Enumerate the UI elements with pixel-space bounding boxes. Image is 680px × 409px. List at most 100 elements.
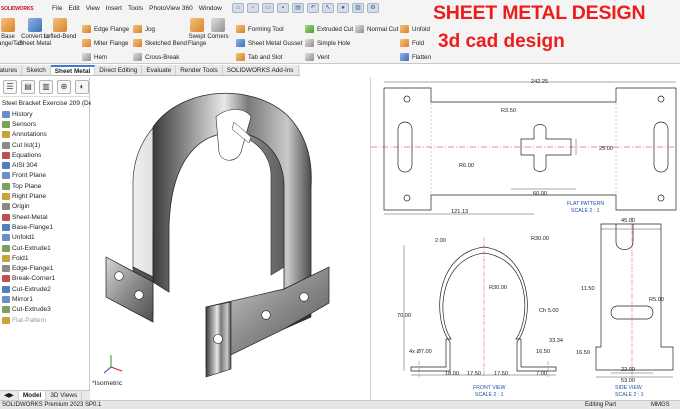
dim-side-h2: 16.50: [576, 350, 590, 356]
dimxpert-crosshair-icon[interactable]: ⊕: [57, 79, 71, 94]
normal-cut-button[interactable]: Normal Cut: [355, 24, 398, 34]
cross-break-button[interactable]: Cross-Break: [133, 52, 179, 62]
gusset-icon: [236, 39, 245, 47]
display-manager-icon[interactable]: ◐: [75, 79, 89, 94]
menu-view[interactable]: View: [86, 5, 100, 12]
dim-r-outer: R30.00: [531, 236, 549, 242]
miter-flange-button[interactable]: Miter Flange: [82, 38, 128, 48]
tree-item[interactable]: Origin: [0, 202, 89, 212]
save-icon[interactable]: ▪: [277, 3, 289, 13]
hem-button[interactable]: Hem: [82, 52, 107, 62]
tab-3d-views[interactable]: 3D Views: [46, 391, 83, 400]
tab-features[interactable]: Features: [0, 65, 23, 75]
feature-icon: [2, 234, 10, 242]
tree-item-label: Annotations: [12, 131, 47, 139]
dim-thickness: 2.00: [435, 238, 446, 244]
lofted-bend-button[interactable]: Lofted-Bend: [42, 18, 78, 41]
tab-model[interactable]: Model: [18, 391, 47, 400]
select-icon[interactable]: ↖: [322, 3, 334, 13]
tab-motion-arrows[interactable]: ◀▶: [0, 391, 19, 400]
new-document-icon[interactable]: ▫: [247, 3, 259, 13]
tab-and-slot-button[interactable]: Tab and Slot: [236, 52, 282, 62]
tree-item[interactable]: Cut-Extrude2: [0, 284, 89, 294]
convert-icon: [28, 18, 42, 32]
tree-item[interactable]: Base-Flange1: [0, 222, 89, 232]
tab-sketch[interactable]: Sketch: [22, 65, 51, 75]
dim-side-w2: 53.00: [621, 378, 635, 384]
fold-button[interactable]: Fold: [400, 38, 424, 48]
tree-item[interactable]: Edge-Flange1: [0, 263, 89, 273]
tab-solidworks-add-ins[interactable]: SOLIDWORKS Add-Ins: [223, 65, 299, 75]
dim-side-h1: 11.50: [581, 286, 595, 292]
home-icon[interactable]: ⌂: [232, 3, 244, 13]
tree-item[interactable]: AISI 304: [0, 160, 89, 170]
menu-tools[interactable]: Tools: [128, 5, 143, 12]
menu-window[interactable]: Window: [199, 5, 222, 12]
feature-icon: [2, 244, 10, 252]
flatten-button[interactable]: Flatten: [400, 52, 431, 62]
tree-item[interactable]: Front Plane: [0, 171, 89, 181]
jog-button[interactable]: Jog: [133, 24, 155, 34]
tree-item-label: Right Plane: [12, 193, 47, 201]
tree-item[interactable]: Mirror1: [0, 294, 89, 304]
tree-item-label: Cut list(1): [12, 141, 41, 149]
tree-item-label: Base-Flange1: [12, 223, 54, 231]
menu-file[interactable]: File: [52, 5, 62, 12]
corners-button[interactable]: Corners: [200, 18, 236, 41]
tree-item[interactable]: History: [0, 109, 89, 119]
rebuild-icon[interactable]: ●: [337, 3, 349, 13]
tree-root-part[interactable]: Steel Bracket Exercise 209 (Default): [0, 97, 107, 109]
file-properties-icon[interactable]: ▥: [352, 3, 364, 13]
status-units[interactable]: MMGS: [651, 401, 670, 409]
extruded-cut-button[interactable]: Extruded Cut: [305, 24, 353, 34]
graphics-area[interactable]: [91, 77, 370, 390]
lofted-bend-label: Lofted-Bend: [43, 34, 77, 40]
tree-item[interactable]: Top Plane: [0, 181, 89, 191]
tab-render-tools[interactable]: Render Tools: [176, 65, 223, 75]
sheet-metal-gusset-button[interactable]: Sheet Metal Gusset: [236, 38, 302, 48]
open-folder-icon[interactable]: ▭: [262, 3, 274, 13]
menu-edit[interactable]: Edit: [68, 5, 79, 12]
unfold-button[interactable]: Unfold: [400, 24, 430, 34]
dim-r-inner: R30.00: [489, 285, 507, 291]
flat-hole: [403, 194, 411, 202]
undo-icon[interactable]: ↶: [307, 3, 319, 13]
forming-tool-button[interactable]: Forming Tool: [236, 24, 284, 34]
options-gear-icon[interactable]: ⚙: [367, 3, 379, 13]
property-manager-icon[interactable]: ▤: [21, 79, 35, 94]
promo-subline: 3d cad design: [438, 31, 565, 52]
simple-hole-button[interactable]: Simple Hole: [305, 38, 350, 48]
tree-item[interactable]: Sensors: [0, 119, 89, 129]
configuration-manager-icon[interactable]: ▥: [39, 79, 53, 94]
flat-pattern-title: FLAT PATTERN: [567, 201, 604, 207]
tree-item[interactable]: Equations: [0, 150, 89, 160]
jog-label: Jog: [145, 25, 155, 33]
menu-photoview[interactable]: PhotoView 360: [149, 5, 193, 12]
tree-item[interactable]: Break-Corner1: [0, 274, 89, 284]
flatten-label: Flatten: [412, 53, 431, 61]
tab-sheet-metal[interactable]: Sheet Metal: [50, 65, 96, 75]
tree-item[interactable]: Cut-Extrude1: [0, 243, 89, 253]
vent-button[interactable]: Vent: [305, 52, 329, 62]
unfold-label: Unfold: [412, 25, 430, 33]
tree-item-label: AISI 304: [12, 162, 38, 170]
promo-headline: SHEET METAL DESIGN: [433, 2, 646, 24]
tab-direct-editing[interactable]: Direct Editing: [95, 65, 143, 75]
feature-tree: History Sensors Annotations Cut list(1) Equa…: [0, 109, 89, 325]
tree-item[interactable]: Unfold1: [0, 233, 89, 243]
tree-item[interactable]: Sheet-Metal: [0, 212, 89, 222]
tree-item[interactable]: Fold1: [0, 253, 89, 263]
tree-item[interactable]: Flat-Pattern: [0, 315, 89, 325]
edge-flange-button[interactable]: Edge Flange: [82, 24, 129, 34]
tree-item[interactable]: Annotations: [0, 130, 89, 140]
feature-tree-icon[interactable]: ☰: [3, 79, 17, 94]
status-mode: Editing Part: [585, 402, 617, 408]
menu-insert[interactable]: Insert: [106, 5, 122, 12]
tree-item[interactable]: Cut-Extrude3: [0, 305, 89, 315]
tree-item[interactable]: Right Plane: [0, 191, 89, 201]
tree-item-label: Fold1: [12, 254, 29, 262]
simple-hole-icon: [305, 39, 314, 47]
tab-evaluate[interactable]: Evaluate: [142, 65, 177, 75]
tree-item[interactable]: Cut list(1): [0, 140, 89, 150]
print-icon[interactable]: ▤: [292, 3, 304, 13]
